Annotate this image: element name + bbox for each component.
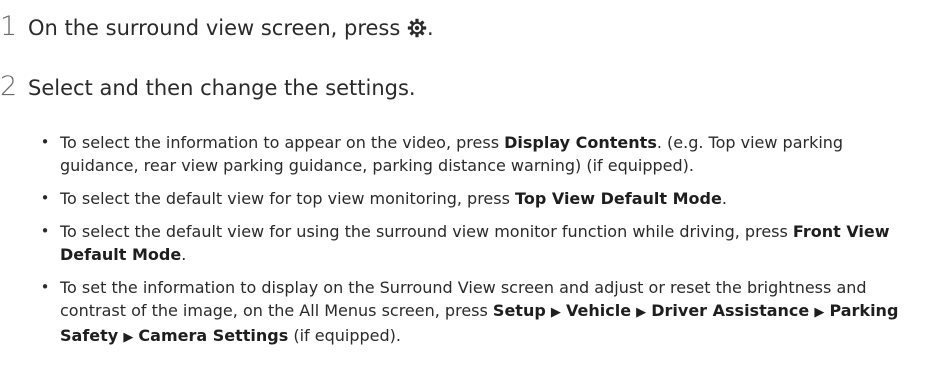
bullet-front-view-default: • To select the default view for using t… — [38, 220, 918, 266]
menu-term: Top View Default Mode — [515, 189, 722, 208]
arrow-right-icon: ▶ — [636, 305, 647, 320]
manual-page: 1 On the surround view screen, press . 2 — [0, 0, 936, 390]
step-text: On the surround view screen, press . — [28, 16, 434, 40]
settings-bullet-list: • To select the information to appear on… — [38, 131, 918, 359]
gear-icon — [407, 16, 427, 38]
menu-term: Display Contents — [504, 133, 657, 152]
menu-path-vehicle: Vehicle — [565, 301, 632, 320]
bullet-display-contents: • To select the information to appear on… — [38, 131, 918, 177]
step-number: 1 — [0, 11, 18, 42]
arrow-right-icon: ▶ — [814, 305, 825, 320]
step-1: 1 On the surround view screen, press . — [0, 12, 434, 43]
menu-path-camera-settings: Camera Settings — [138, 326, 289, 345]
step-text: Select and then change the settings. — [28, 76, 416, 100]
menu-path-driver-assistance: Driver Assistance — [651, 301, 810, 320]
bullet-dot: • — [40, 133, 50, 151]
bullet-dot: • — [40, 278, 50, 296]
bullet-camera-settings: • To set the information to display on t… — [38, 276, 918, 349]
step-2: 2 Select and then change the settings. — [0, 72, 416, 103]
arrow-right-icon: ▶ — [123, 330, 134, 345]
step-number: 2 — [0, 71, 18, 102]
arrow-right-icon: ▶ — [550, 305, 561, 320]
bullet-dot: • — [40, 189, 50, 207]
bullet-top-view-default: • To select the default view for top vie… — [38, 187, 918, 210]
bullet-dot: • — [40, 222, 50, 240]
menu-path-setup: Setup — [492, 301, 546, 320]
